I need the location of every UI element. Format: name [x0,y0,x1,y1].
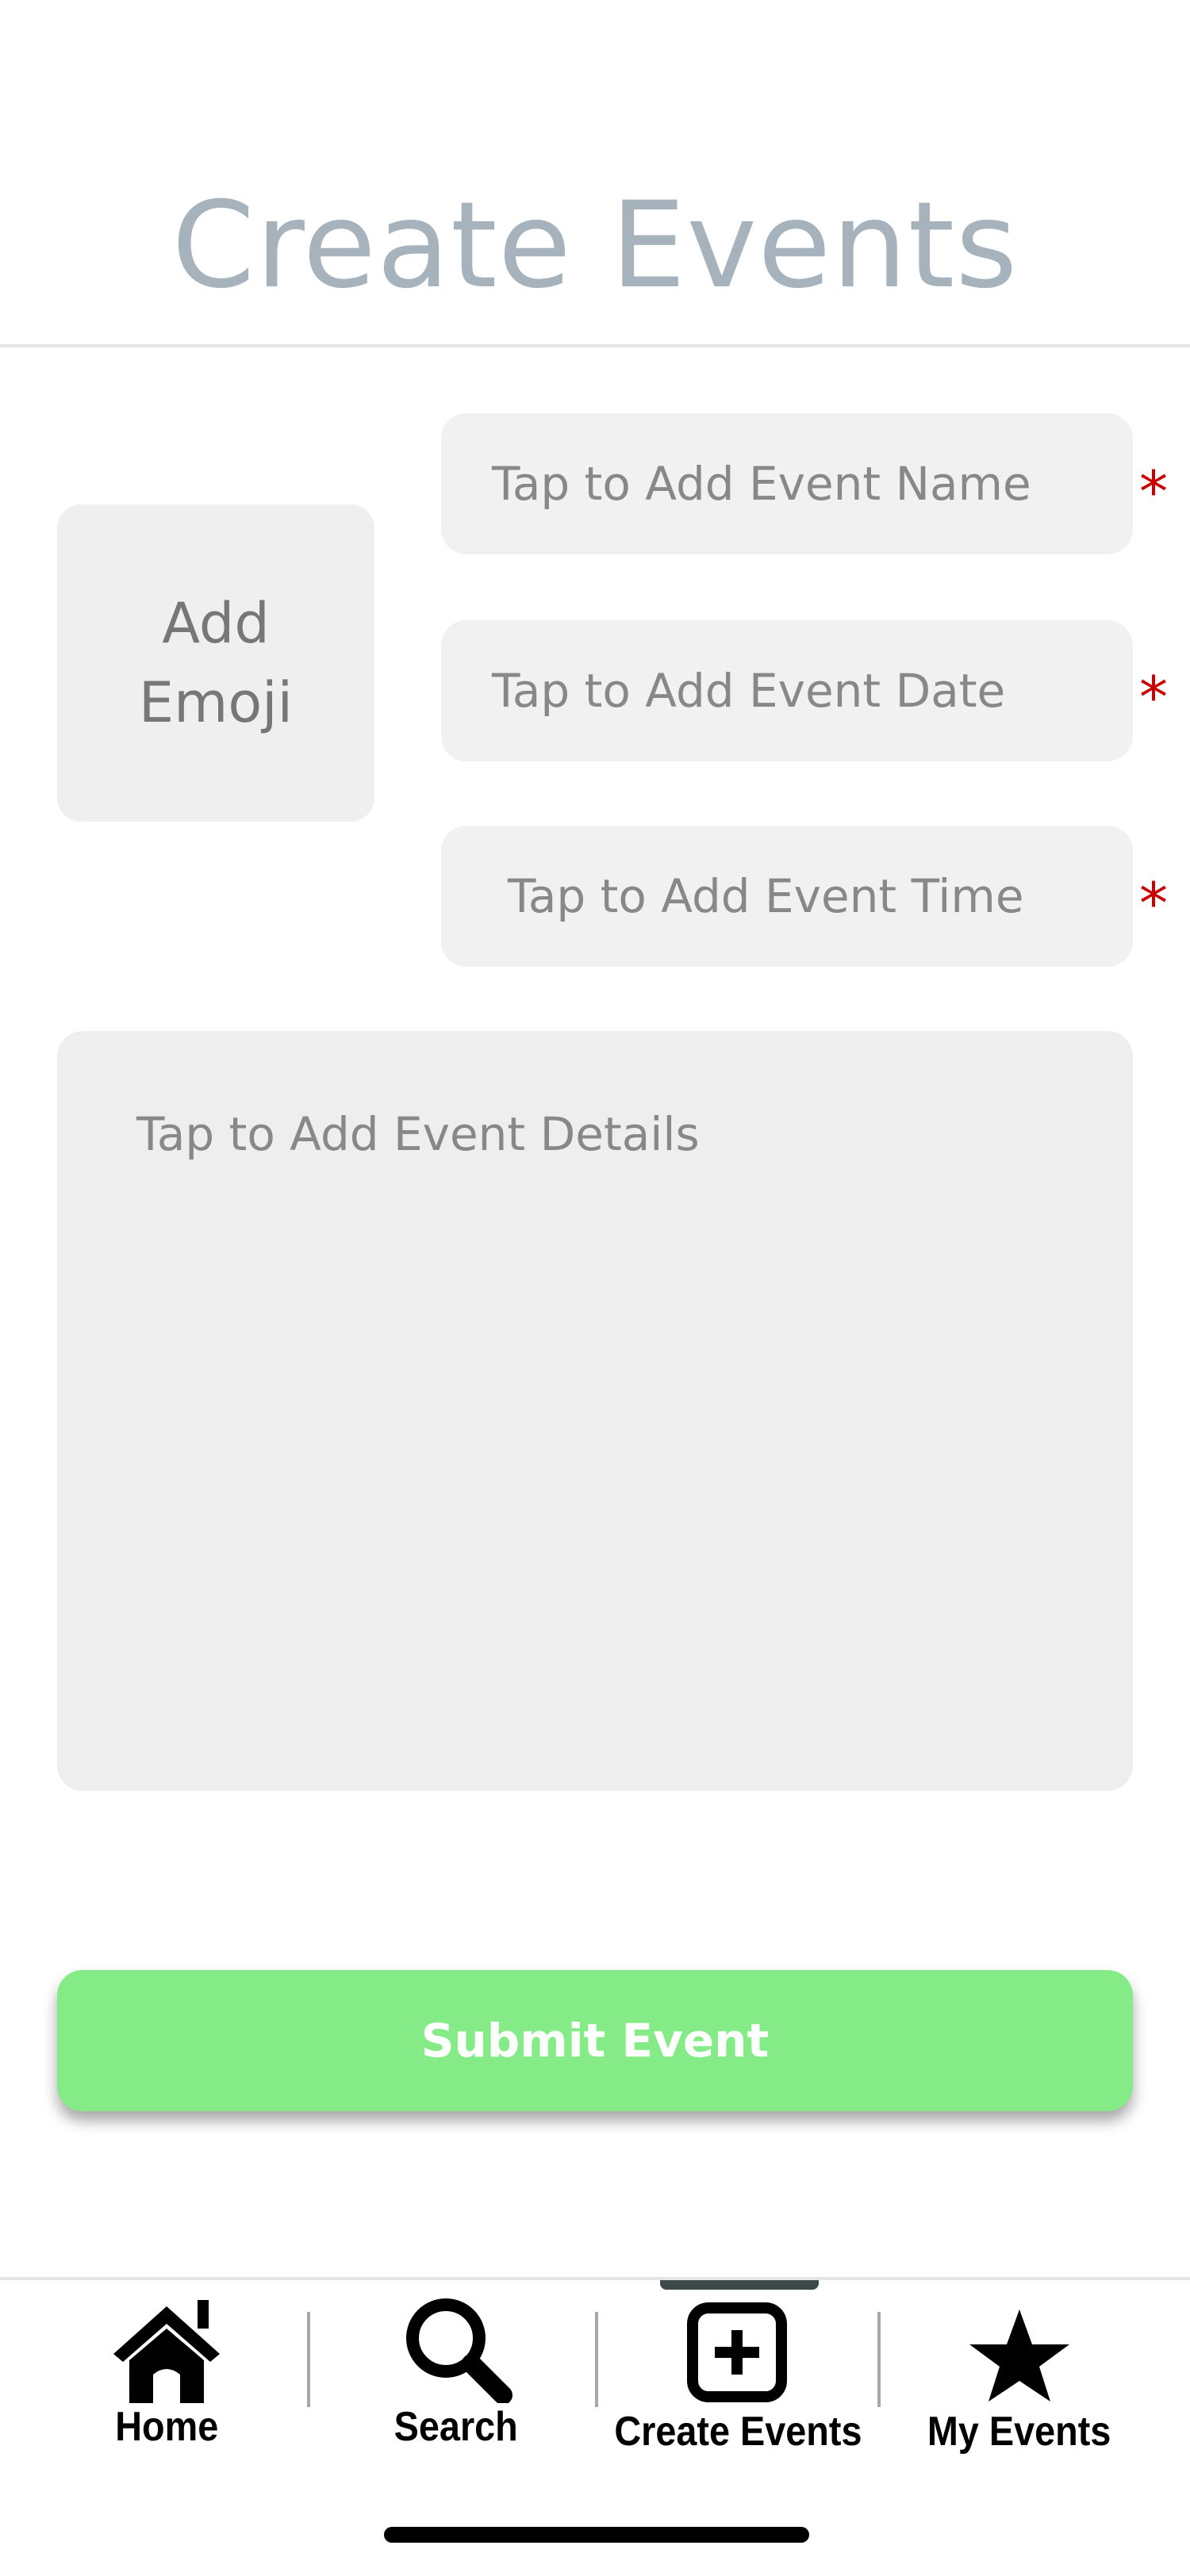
submit-event-label: Submit Event [420,2014,770,2068]
event-details-field[interactable]: Tap to Add Event Details [57,1031,1133,1791]
submit-event-button[interactable]: Submit Event [57,1970,1133,2111]
add-emoji-label: Add Emoji [138,591,294,735]
page-title: Create Events [171,177,1019,315]
tab-my-events[interactable]: My Events [889,2292,1150,2467]
event-date-placeholder: Tap to Add Event Date [492,664,1006,718]
header-divider [0,344,1190,347]
event-date-required-marker: * [1139,664,1168,730]
search-icon [406,2298,512,2403]
tab-search[interactable]: Search [325,2292,587,2467]
event-time-required-marker: * [1139,870,1168,937]
home-indicator [384,2527,809,2543]
tab-my-events-label: My Events [927,2409,1111,2455]
tab-separator [877,2312,881,2407]
event-time-placeholder: Tap to Add Event Time [508,869,1024,923]
tab-separator [595,2312,598,2407]
tab-home-label: Home [114,2404,219,2450]
add-emoji-button[interactable]: Add Emoji [57,504,374,822]
event-date-field[interactable]: Tap to Add Event Date [441,620,1133,761]
home-icon [113,2300,220,2403]
tab-create-events[interactable]: Create Events [607,2292,869,2467]
active-tab-indicator [660,2280,819,2290]
event-time-field[interactable]: Tap to Add Event Time [441,826,1133,967]
event-name-required-marker: * [1139,458,1168,525]
event-name-field[interactable]: Tap to Add Event Name [441,413,1133,554]
star-icon [969,2310,1069,2402]
tab-home[interactable]: Home [36,2292,298,2467]
plus-square-icon [687,2302,787,2402]
tab-create-events-label: Create Events [613,2409,862,2455]
tab-separator [307,2312,310,2407]
event-details-placeholder: Tap to Add Event Details [136,1107,700,1161]
event-name-placeholder: Tap to Add Event Name [492,457,1031,511]
tab-search-label: Search [393,2404,519,2450]
tab-bar-divider [0,2277,1190,2280]
